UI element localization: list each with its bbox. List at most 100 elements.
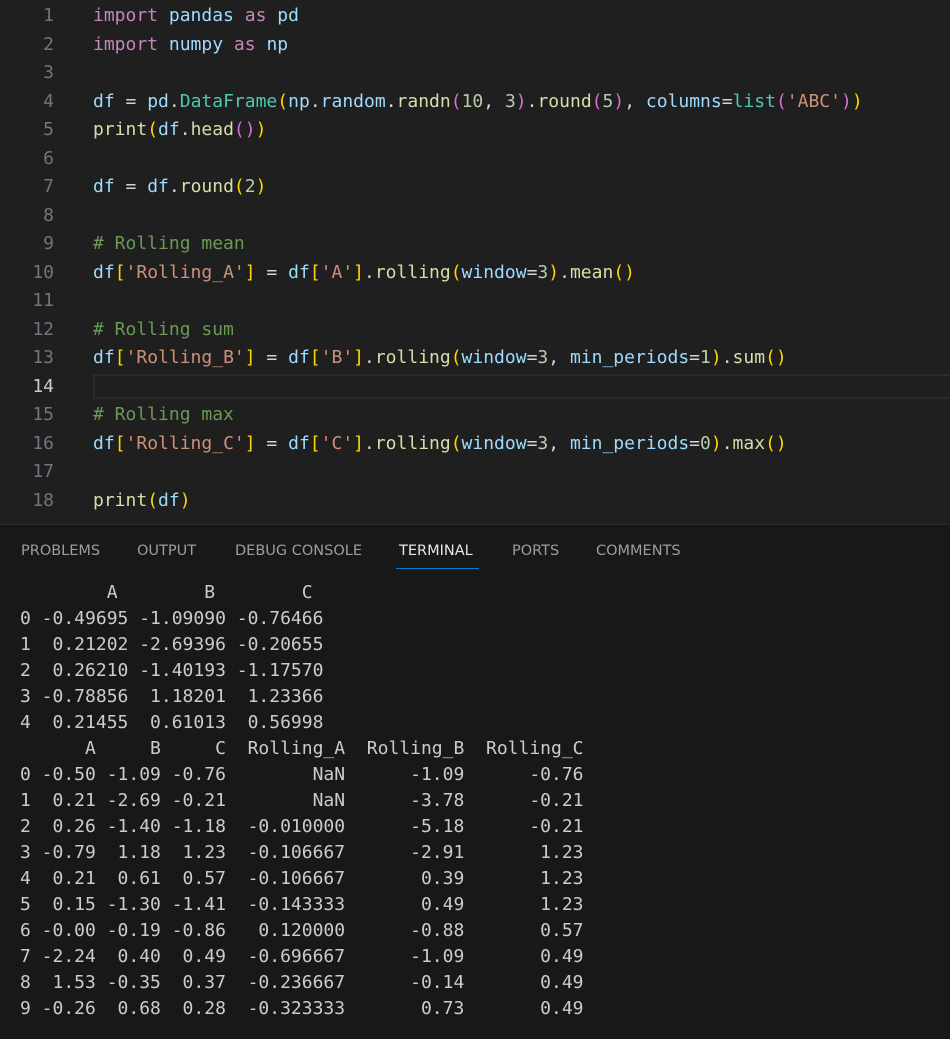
code-line[interactable]: 12 # Rolling sum: [0, 316, 950, 345]
code-text: df['Rolling_C'] = df['C'].rolling(window…: [93, 430, 787, 459]
tab-terminal[interactable]: TERMINAL: [399, 543, 473, 559]
code-token: df: [93, 347, 115, 368]
code-token: (: [147, 489, 159, 511]
code-line[interactable]: 16 df['Rolling_C'] = df['C'].rolling(wind…: [0, 430, 950, 459]
code-token: (): [765, 347, 787, 368]
code-line[interactable]: 7 df = df.round(2): [0, 173, 950, 202]
code-line[interactable]: 10 df['Rolling_A'] = df['A'].rolling(wind…: [0, 259, 950, 288]
code-token: window: [461, 261, 527, 283]
code-line[interactable]: 1 import pandas as pd: [0, 2, 950, 31]
code-token: ]: [244, 347, 256, 368]
code-token: columns: [645, 90, 722, 112]
code-token: 'A': [320, 261, 354, 283]
tab-problems[interactable]: PROBLEMS: [21, 543, 100, 559]
code-token: df: [93, 176, 115, 197]
code-token: (: [233, 176, 245, 197]
line-number: 18: [32, 489, 54, 511]
code-token: numpy: [168, 33, 224, 55]
code-text: import pandas as pd: [93, 2, 299, 31]
tab-ports[interactable]: PORTS: [512, 543, 559, 559]
terminal-line: 2 0.26210 -1.40193 -1.17570: [20, 660, 324, 681]
code-line[interactable]: 8: [0, 202, 950, 231]
code-text: print(df.head()): [93, 116, 266, 145]
code-token: 3: [537, 347, 549, 368]
panel-tab-bar: PROBLEMS OUTPUT DEBUG CONSOLE TERMINAL P…: [0, 525, 950, 575]
code-token: =: [721, 90, 733, 112]
code-token: =: [526, 261, 538, 283]
code-token: ): [851, 90, 863, 112]
code-token: df: [158, 119, 180, 140]
code-token: min_periods: [569, 347, 690, 368]
code-text: df['Rolling_B'] = df['B'].rolling(window…: [93, 344, 787, 373]
tab-debug-console[interactable]: DEBUG CONSOLE: [235, 543, 362, 559]
code-token: 10: [461, 90, 484, 112]
code-line[interactable]: 6: [0, 145, 950, 174]
code-token: [: [309, 261, 321, 283]
code-token: 'C': [320, 432, 354, 454]
line-number: 15: [32, 404, 54, 425]
code-token: ): [255, 119, 267, 140]
line-number: 3: [43, 62, 54, 83]
line-number: 7: [43, 176, 54, 197]
code-token: 'Rolling_A': [125, 261, 245, 283]
code-token: # Rolling sum: [93, 318, 234, 340]
code-line[interactable]: 3: [0, 59, 950, 88]
code-token: .: [168, 176, 180, 197]
code-token: .: [179, 119, 191, 140]
code-token: .: [309, 90, 321, 112]
code-text: df['Rolling_A'] = df['A'].rolling(window…: [93, 259, 635, 288]
code-token: round: [179, 176, 234, 197]
tab-output[interactable]: OUTPUT: [137, 543, 196, 559]
code-token: (: [450, 261, 462, 283]
code-line[interactable]: 18 print(df): [0, 487, 950, 516]
bottom-panel: PROBLEMS OUTPUT DEBUG CONSOLE TERMINAL P…: [0, 524, 950, 1039]
code-line[interactable]: 17: [0, 458, 950, 487]
code-text: # Rolling mean: [93, 230, 245, 259]
code-token: (: [775, 90, 787, 112]
code-line[interactable]: 9 # Rolling mean: [0, 230, 950, 259]
code-token: =: [255, 432, 289, 454]
code-token: # Rolling mean: [93, 233, 245, 254]
code-token: .: [364, 347, 375, 368]
code-token: =: [255, 261, 289, 283]
code-token: random: [320, 90, 386, 112]
code-line[interactable]: 15 # Rolling max: [0, 401, 950, 430]
tab-comments[interactable]: COMMENTS: [596, 543, 681, 559]
code-token: ,: [548, 432, 570, 454]
code-token: df: [93, 90, 115, 112]
line-number: 14: [32, 375, 54, 397]
code-editor[interactable]: 1 import pandas as pd 2 import numpy as np 3…: [0, 0, 950, 524]
terminal-line: 3 -0.79 1.18 1.23 -0.106667 -2.91 1.23: [20, 842, 584, 863]
code-line[interactable]: 14: [0, 373, 950, 402]
line-number: 16: [32, 432, 54, 454]
line-number: 11: [32, 290, 54, 311]
terminal-line: 0 -0.49695 -1.09090 -0.76466: [20, 608, 324, 629]
code-line[interactable]: 2 import numpy as np: [0, 31, 950, 60]
code-token: round: [537, 90, 592, 112]
code-line[interactable]: 4 df = pd.DataFrame(np.random.randn(10, 3…: [0, 88, 950, 117]
code-token: pandas: [168, 5, 234, 26]
code-line[interactable]: 11: [0, 287, 950, 316]
code-line[interactable]: 13 df['Rolling_B'] = df['B'].rolling(wind…: [0, 344, 950, 373]
code-token: np: [266, 33, 289, 55]
code-token: # Rolling max: [93, 404, 234, 425]
code-token: (: [277, 90, 289, 112]
code-token: =: [255, 347, 289, 368]
code-token: ): [613, 90, 625, 112]
terminal-line: 4 0.21 0.61 0.57 -0.106667 0.39 1.23: [20, 868, 584, 889]
line-number: 9: [43, 233, 54, 254]
code-token: df: [288, 261, 310, 283]
code-token: ): [840, 90, 852, 112]
terminal-line: A B C: [20, 582, 313, 603]
code-token: ): [179, 489, 191, 511]
code-token: as: [233, 33, 256, 55]
code-token: ,: [548, 347, 570, 368]
code-token: ): [515, 90, 527, 112]
code-token: =: [526, 432, 538, 454]
terminal-output[interactable]: A B C 0 -0.49695 -1.09090 -0.76466 1 0.212…: [0, 580, 950, 1039]
code-token: ): [548, 261, 560, 283]
code-line[interactable]: 5 print(df.head()): [0, 116, 950, 145]
code-token: 'ABC': [786, 90, 841, 112]
code-token: head: [190, 119, 234, 140]
